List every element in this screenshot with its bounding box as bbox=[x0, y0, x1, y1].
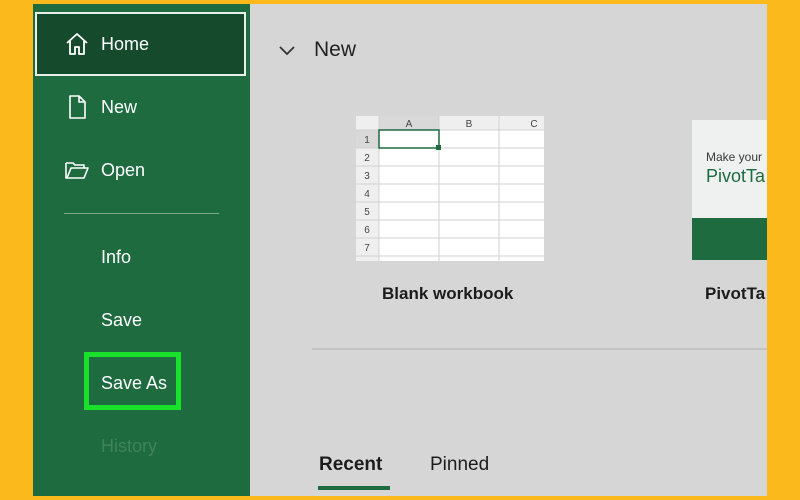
tab-pinned[interactable]: Pinned bbox=[430, 454, 489, 476]
section-title: New bbox=[314, 38, 357, 61]
sidebar-item-open[interactable]: Open bbox=[33, 139, 250, 201]
sidebar-item-label: New bbox=[101, 96, 138, 117]
pivottable-template-label[interactable]: PivotTa bbox=[705, 284, 765, 304]
row-header-3: 3 bbox=[364, 171, 370, 182]
row-header-4: 4 bbox=[364, 189, 370, 200]
sidebar-item-new[interactable]: New bbox=[33, 76, 250, 138]
pivottable-template-thumbnail[interactable]: Make your PivotTa bbox=[692, 120, 767, 260]
pivot-thumb-band bbox=[692, 218, 767, 260]
row-header-5: 5 bbox=[364, 207, 370, 218]
section-separator bbox=[312, 348, 767, 350]
tab-recent[interactable]: Recent bbox=[319, 454, 382, 476]
main-panel: New A B C 1 2 3 4 5 6 7 Blank workbook M… bbox=[250, 4, 767, 496]
column-header-b: B bbox=[466, 119, 473, 130]
pivot-thumb-line2: PivotTa bbox=[706, 166, 766, 186]
sidebar-item-label: Info bbox=[101, 246, 132, 267]
sidebar-item-home[interactable]: Home bbox=[35, 12, 246, 76]
sidebar-item-label: Open bbox=[101, 159, 146, 180]
sidebar: Home New Open Info Save Save As History bbox=[33, 4, 250, 496]
row-header-7: 7 bbox=[364, 243, 370, 254]
blank-workbook-thumbnail[interactable]: A B C 1 2 3 4 5 6 7 bbox=[356, 116, 544, 261]
document-icon bbox=[63, 93, 91, 121]
sidebar-item-label: Home bbox=[101, 33, 150, 54]
excel-backstage: Home New Open Info Save Save As History bbox=[33, 4, 767, 496]
sidebar-divider bbox=[64, 213, 219, 214]
sidebar-item-info[interactable]: Info bbox=[33, 226, 250, 288]
column-header-c: C bbox=[530, 119, 537, 130]
sidebar-item-history[interactable]: History bbox=[33, 415, 250, 477]
row-header-1: 1 bbox=[364, 135, 370, 146]
save-as-highlight bbox=[84, 352, 181, 410]
sidebar-item-label: Save bbox=[101, 309, 143, 330]
column-header-a: A bbox=[406, 119, 413, 130]
folder-open-icon bbox=[63, 156, 91, 184]
tab-active-underline bbox=[318, 486, 390, 490]
blank-workbook-label[interactable]: Blank workbook bbox=[382, 284, 513, 304]
sidebar-item-label: History bbox=[101, 435, 158, 456]
pivot-thumb-line1: Make your bbox=[706, 150, 763, 164]
row-header-2: 2 bbox=[364, 153, 370, 164]
chevron-down-icon bbox=[276, 39, 298, 61]
sidebar-item-save[interactable]: Save bbox=[33, 289, 250, 351]
home-icon bbox=[63, 30, 91, 58]
row-header-6: 6 bbox=[364, 225, 370, 236]
new-section-header[interactable]: New bbox=[276, 38, 356, 62]
